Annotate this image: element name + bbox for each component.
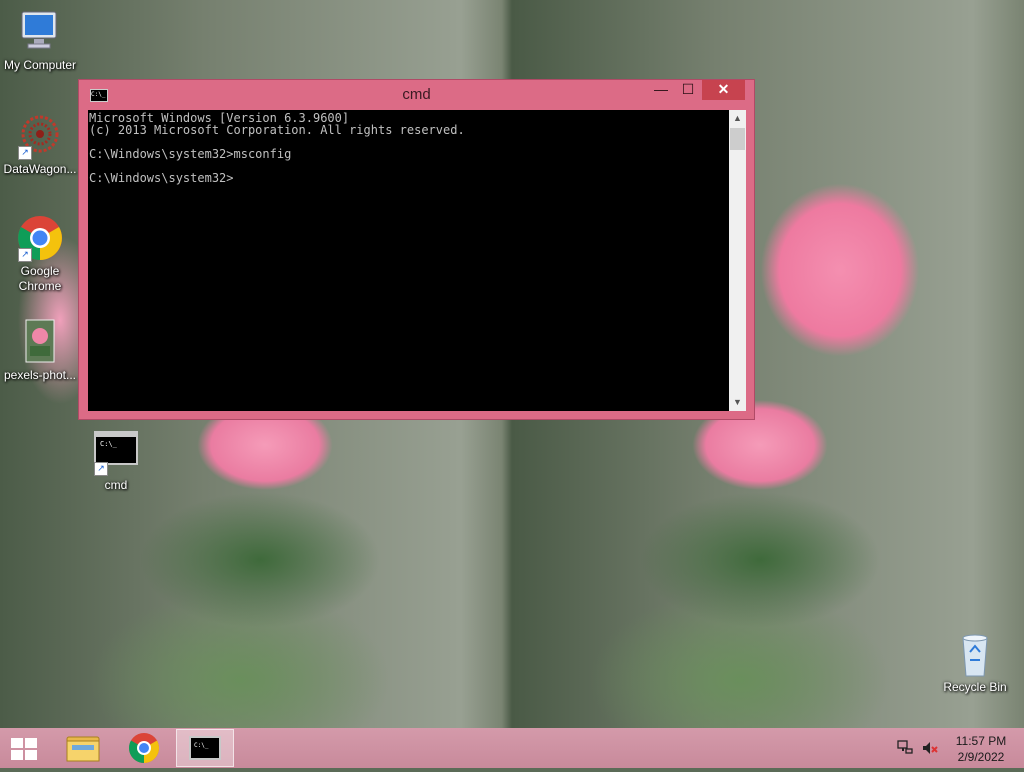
shortcut-arrow-icon: ↗ — [94, 462, 108, 476]
console-prompt: C:\Windows\system32> — [89, 171, 234, 185]
desktop: My Computer ↗ DataWagon... ↗ Google Chro — [0, 0, 1024, 728]
desktop-icon-label: Google Chrome — [18, 264, 62, 293]
recycle-bin-icon — [951, 630, 999, 678]
desktop-icon-cmd[interactable]: C:\_ ↗ cmd — [76, 428, 156, 493]
clock-time: 11:57 PM — [955, 734, 1007, 748]
computer-icon — [16, 8, 64, 56]
close-button[interactable]: ✕ — [702, 80, 745, 100]
scroll-down-arrow-icon[interactable]: ▼ — [729, 394, 746, 411]
folder-icon — [66, 736, 100, 762]
clock-date: 2/9/2022 — [957, 750, 1005, 764]
desktop-icon-label: Recycle Bin — [943, 680, 1007, 694]
console-output[interactable]: Microsoft Windows [Version 6.3.9600] (c) … — [88, 110, 729, 411]
console-line: C:\Windows\system32>msconfig — [89, 147, 292, 161]
title-bar[interactable]: C:\_ cmd — ☐ ✕ — [79, 80, 754, 108]
desktop-icon-datawagon[interactable]: ↗ DataWagon... — [0, 112, 80, 177]
maximize-button[interactable]: ☐ — [675, 80, 701, 100]
start-button[interactable] — [0, 729, 50, 767]
taskbar: C:\_ — [0, 728, 1024, 768]
desktop-icon-google-chrome[interactable]: ↗ Google Chrome — [0, 214, 80, 294]
chrome-icon: ↗ — [16, 214, 64, 262]
svg-text:C:\_: C:\_ — [194, 742, 209, 749]
cmd-icon: C:\_ — [189, 736, 221, 760]
shortcut-arrow-icon: ↗ — [18, 248, 32, 262]
volume-muted-icon[interactable] — [921, 740, 939, 756]
desktop-icon-recycle-bin[interactable]: Recycle Bin — [935, 630, 1015, 695]
scroll-up-arrow-icon[interactable]: ▲ — [729, 110, 746, 127]
image-file-icon — [16, 318, 64, 366]
chrome-icon — [128, 733, 160, 763]
vertical-scrollbar[interactable]: ▲ ▼ — [729, 110, 746, 411]
desktop-icon-my-computer[interactable]: My Computer — [0, 8, 80, 73]
scroll-thumb[interactable] — [730, 128, 745, 150]
console-line: (c) 2013 Microsoft Corporation. All righ… — [89, 123, 465, 137]
windows-logo-icon — [11, 738, 37, 760]
desktop-icon-label: My Computer — [3, 58, 77, 72]
minimize-button[interactable]: — — [648, 80, 674, 100]
taskbar-file-explorer[interactable] — [56, 729, 112, 767]
desktop-icon-label: DataWagon... — [3, 162, 77, 176]
desktop-icon-label: cmd — [104, 478, 128, 492]
taskbar-cmd[interactable]: C:\_ — [176, 729, 234, 767]
cmd-icon: C:\_ ↗ — [92, 428, 140, 476]
shortcut-arrow-icon: ↗ — [18, 146, 32, 160]
system-clock[interactable]: 11:57 PM 2/9/2022 — [950, 733, 1012, 765]
svg-text:C:\_: C:\_ — [100, 440, 118, 448]
taskbar-google-chrome[interactable] — [116, 729, 172, 767]
datawagon-icon: ↗ — [16, 112, 64, 160]
desktop-icon-pexels-photo[interactable]: pexels-phot... — [0, 318, 80, 383]
network-icon[interactable] — [897, 740, 913, 754]
desktop-icon-label: pexels-phot... — [3, 368, 77, 382]
cmd-window[interactable]: C:\_ cmd — ☐ ✕ Microsoft Windows [Versio… — [78, 79, 755, 420]
